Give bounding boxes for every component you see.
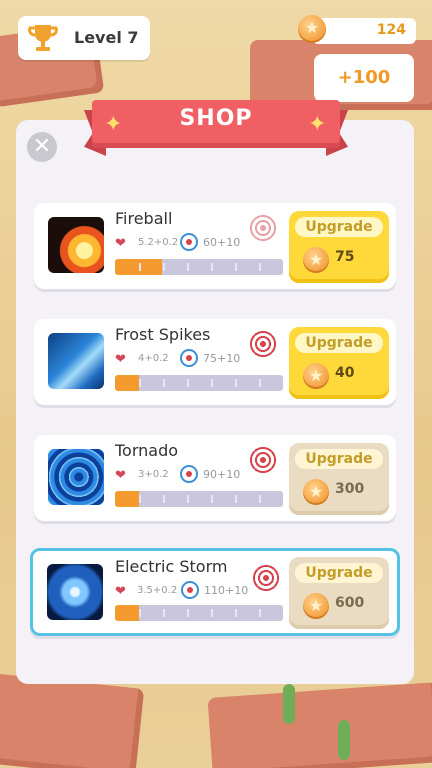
target-icon	[248, 445, 278, 475]
upgrade-label: Upgrade	[295, 449, 383, 469]
upgrade-button[interactable]: Upgrade 300	[289, 443, 389, 515]
sparkle-icon: ✦	[104, 112, 123, 137]
progress-tick	[187, 495, 189, 503]
level-label: Level 7	[74, 28, 139, 47]
coin-icon	[303, 479, 329, 505]
close-icon[interactable]: ✕	[27, 132, 57, 162]
skill-name: Frost Spikes	[115, 325, 211, 344]
range-icon	[181, 581, 199, 599]
level-progress-fill	[115, 491, 139, 507]
progress-tick	[139, 379, 141, 387]
progress-tick	[163, 495, 165, 503]
progress-tick	[139, 609, 141, 617]
progress-tick	[163, 609, 165, 617]
skill-name: Electric Storm	[115, 557, 228, 576]
damage-icon: ❤	[115, 352, 126, 367]
progress-tick	[211, 379, 213, 387]
progress-tick	[259, 379, 261, 387]
level-progress-fill	[115, 605, 139, 621]
damage-icon: ❤	[115, 236, 126, 251]
sparkle-icon: ✦	[308, 112, 327, 137]
upgrade-price: 300	[335, 481, 365, 497]
fireball-icon	[48, 217, 104, 273]
skill-name: Tornado	[115, 441, 179, 460]
level-progress-bar	[115, 605, 283, 621]
damage-stat: 3.5+0.2	[137, 585, 178, 596]
progress-tick	[187, 379, 189, 387]
skill-name: Fireball	[115, 209, 173, 228]
coin-icon	[303, 247, 329, 273]
progress-tick	[139, 495, 141, 503]
damage-stat: 5.2+0.2	[138, 237, 179, 248]
rock-decoration	[207, 682, 432, 768]
coin-icon	[303, 593, 329, 619]
upgrade-button[interactable]: Upgrade 40	[289, 327, 389, 399]
cactus-decoration	[338, 720, 350, 760]
range-icon	[180, 465, 198, 483]
coin-balance: 124	[298, 15, 416, 44]
progress-tick	[211, 609, 213, 617]
trophy-icon	[28, 25, 58, 51]
shop-title: SHOP	[179, 106, 253, 131]
progress-tick	[187, 609, 189, 617]
shop-item-fireball: Fireball ❤ 5.2+0.2 60+10 Upgrade 75	[34, 203, 396, 289]
frost-spikes-icon	[48, 333, 104, 389]
electric-storm-icon	[47, 564, 103, 620]
range-icon	[180, 233, 198, 251]
level-progress-fill	[115, 375, 139, 391]
range-stat: 75+10	[203, 352, 241, 365]
upgrade-label: Upgrade	[295, 333, 383, 353]
cactus-decoration	[283, 684, 295, 724]
upgrade-button[interactable]: Upgrade 75	[289, 211, 389, 283]
range-icon	[180, 349, 198, 367]
target-icon	[248, 329, 278, 359]
progress-tick	[235, 263, 237, 271]
upgrade-label: Upgrade	[295, 217, 383, 237]
level-progress-bar	[115, 259, 283, 275]
coin-icon	[298, 15, 326, 43]
damage-icon: ❤	[115, 584, 126, 599]
damage-icon: ❤	[115, 468, 126, 483]
progress-tick	[259, 495, 261, 503]
upgrade-label: Upgrade	[295, 563, 383, 583]
coin-icon	[303, 363, 329, 389]
range-stat: 90+10	[203, 468, 241, 481]
progress-tick	[139, 263, 141, 271]
upgrade-button[interactable]: Upgrade 600	[289, 557, 389, 629]
shop-item-frost-spikes: Frost Spikes ❤ 4+0.2 75+10 Upgrade 40	[34, 319, 396, 405]
progress-tick	[235, 495, 237, 503]
damage-stat: 3+0.2	[138, 469, 169, 480]
shop-item-electric-storm: Electric Storm ❤ 3.5+0.2 110+10 Upgrade …	[30, 548, 400, 636]
bonus-coins-button[interactable]: +100	[314, 54, 414, 102]
upgrade-price: 40	[335, 365, 355, 381]
progress-tick	[235, 379, 237, 387]
coin-count: 124	[376, 22, 406, 38]
upgrade-price: 600	[335, 595, 365, 611]
range-stat: 60+10	[203, 236, 241, 249]
progress-tick	[163, 379, 165, 387]
progress-tick	[163, 263, 165, 271]
range-stat: 110+10	[204, 584, 249, 597]
upgrade-price: 75	[335, 249, 355, 265]
progress-tick	[211, 495, 213, 503]
progress-tick	[211, 263, 213, 271]
target-icon	[251, 563, 281, 593]
target-icon	[248, 213, 278, 243]
level-progress-bar	[115, 375, 283, 391]
level-progress-bar	[115, 491, 283, 507]
progress-tick	[259, 263, 261, 271]
level-indicator: Level 7	[18, 16, 150, 60]
progress-tick	[187, 263, 189, 271]
progress-tick	[259, 609, 261, 617]
shop-item-tornado: Tornado ❤ 3+0.2 90+10 Upgrade 300	[34, 435, 396, 521]
tornado-icon	[48, 449, 104, 505]
progress-tick	[235, 609, 237, 617]
damage-stat: 4+0.2	[138, 353, 169, 364]
